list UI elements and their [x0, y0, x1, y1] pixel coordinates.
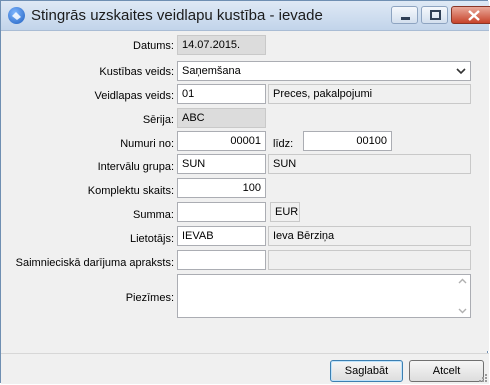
- series-field[interactable]: ABC: [177, 108, 266, 128]
- interval-group-label: Intervālu grupa:: [97, 161, 174, 173]
- sets-count-label: Komplektu skaits:: [87, 185, 174, 197]
- interval-group-code-field[interactable]: SUN: [177, 154, 266, 174]
- numbers-to-field[interactable]: 00100: [303, 131, 392, 151]
- numbers-to-label: līdz:: [273, 138, 294, 150]
- form-area: Datums: 14.07.2015. Kustības veids: Saņe…: [1, 31, 489, 351]
- minimize-button[interactable]: [391, 6, 418, 24]
- currency-field: EUR: [270, 202, 300, 222]
- amount-field[interactable]: [177, 202, 266, 222]
- movement-type-value: Saņemšana: [182, 65, 241, 77]
- resize-grip-icon[interactable]: [478, 373, 488, 383]
- save-button[interactable]: Saglabāt: [330, 360, 403, 382]
- transaction-desc-name-field: [268, 250, 471, 270]
- close-icon: [468, 10, 480, 21]
- notes-textarea[interactable]: [177, 274, 471, 318]
- scroll-up-icon[interactable]: [458, 278, 467, 285]
- close-button[interactable]: [451, 6, 490, 24]
- numbers-from-label: Numuri no:: [120, 138, 174, 150]
- movement-type-label: Kustības veids:: [99, 66, 174, 78]
- scroll-down-icon[interactable]: [458, 307, 467, 314]
- user-name-field: Ieva Bērziņa: [268, 226, 471, 246]
- form-type-label: Veidlapas veids:: [94, 90, 175, 102]
- maximize-icon: [430, 10, 441, 20]
- app-logo-icon: [8, 7, 25, 24]
- numbers-from-field[interactable]: 00001: [177, 131, 266, 151]
- movement-type-select[interactable]: Saņemšana: [177, 61, 471, 81]
- transaction-desc-code-field[interactable]: [177, 250, 266, 270]
- button-bar: Saglabāt Atcelt: [1, 353, 489, 384]
- amount-label: Summa:: [133, 209, 174, 221]
- series-label: Sērija:: [142, 114, 174, 126]
- date-field[interactable]: 14.07.2015.: [177, 35, 266, 55]
- transaction-desc-label: Saimnieciskā darījuma apraksts:: [15, 257, 174, 269]
- form-type-name-field: Preces, pakalpojumi: [268, 84, 471, 104]
- date-label: Datums:: [133, 40, 174, 52]
- title-bar[interactable]: Stingrās uzskaites veidlapu kustība - ie…: [1, 1, 490, 31]
- chevron-down-icon: [456, 68, 466, 75]
- form-type-code-field[interactable]: 01: [177, 84, 266, 104]
- notes-label: Piezīmes:: [125, 292, 174, 304]
- window-title: Stingrās uzskaites veidlapu kustība - ie…: [31, 7, 323, 24]
- dialog-window: Stingrās uzskaites veidlapu kustība - ie…: [0, 0, 490, 384]
- minimize-icon: [401, 17, 410, 20]
- sets-count-field[interactable]: 100: [177, 178, 266, 198]
- cancel-button[interactable]: Atcelt: [409, 360, 484, 382]
- maximize-button[interactable]: [421, 6, 448, 24]
- interval-group-name-field: SUN: [268, 154, 471, 174]
- user-label: Lietotājs:: [129, 233, 174, 245]
- user-code-field[interactable]: IEVAB: [177, 226, 266, 246]
